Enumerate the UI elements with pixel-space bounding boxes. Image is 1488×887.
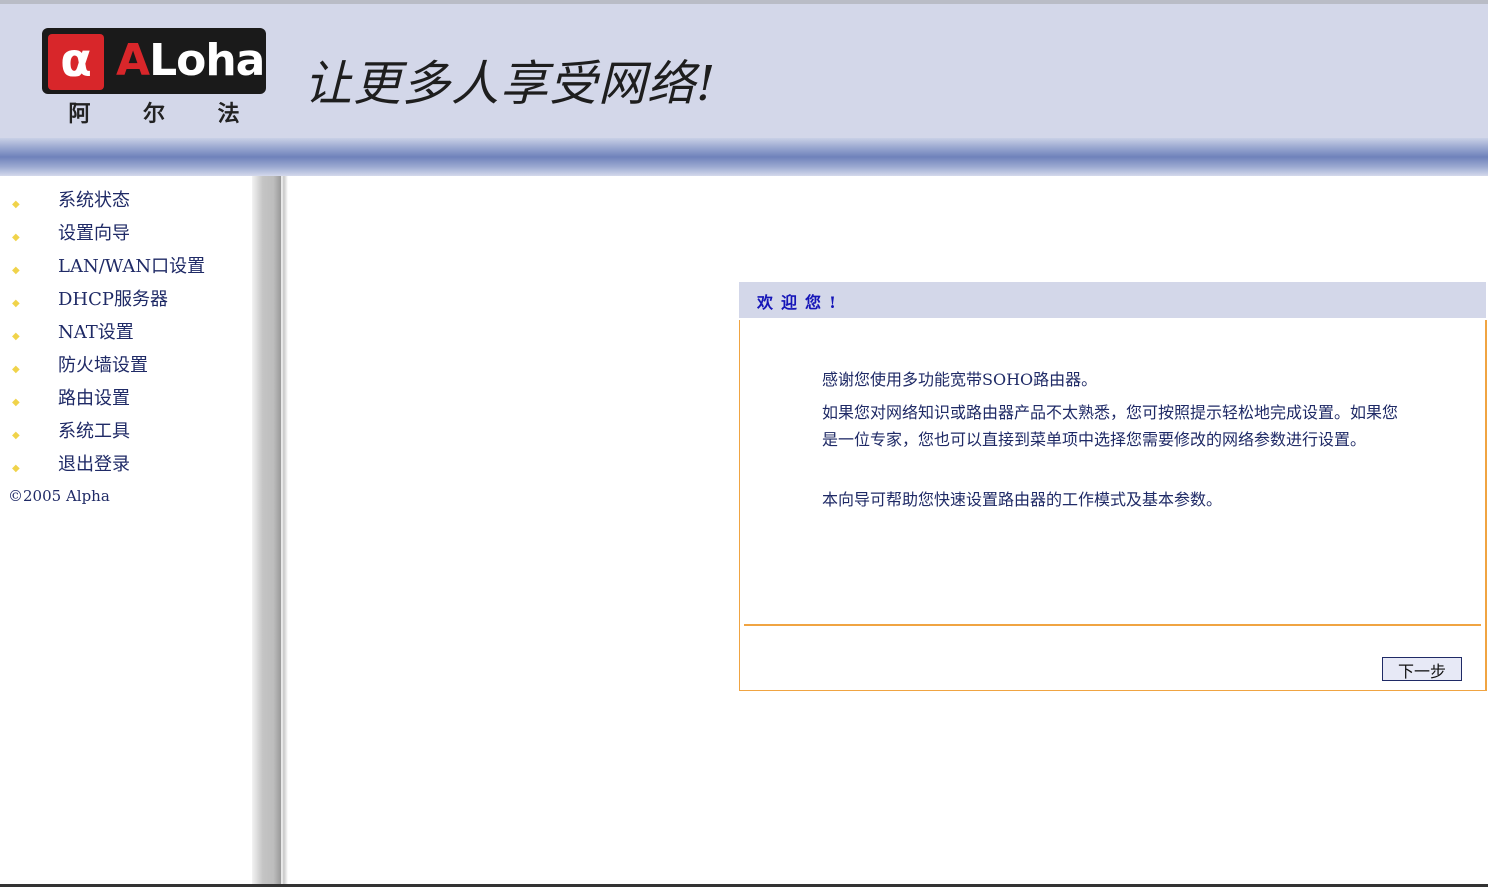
- logo-alpha-icon: α: [48, 34, 104, 90]
- diamond-bullet-icon: ◆: [12, 463, 20, 474]
- welcome-paragraph-guide: 如果您对网络知识或路由器产品不太熟悉，您可按照提示轻松地完成设置。如果您是一位专…: [822, 403, 1399, 449]
- sidebar: ◆ 系统状态 ◆ 设置向导 ◆ LAN/WAN口设置 ◆ DHCP服务器 ◆ NAT设置 …: [0, 176, 252, 887]
- copyright: ©2005 Alpha: [8, 487, 110, 505]
- sidebar-item-label[interactable]: NAT设置: [58, 320, 134, 346]
- welcome-panel-body: 感谢您使用多功能宽带SOHO路由器。 如果您对网络知识或路由器产品不太熟悉，您可…: [739, 320, 1487, 691]
- slogan: 让更多人享受网络!: [304, 56, 717, 112]
- logo-sub-char: 尔: [142, 102, 165, 127]
- brand-logo: α ALoha: [42, 28, 266, 94]
- sidebar-item-label[interactable]: 设置向导: [58, 221, 130, 247]
- diamond-bullet-icon: ◆: [12, 298, 20, 309]
- logo-sub-char: 法: [217, 102, 240, 127]
- welcome-paragraph-thanks: 感谢您使用多功能宽带SOHO路由器。: [822, 370, 1098, 389]
- logo-sub-char: 阿: [68, 102, 91, 127]
- sidebar-item-label[interactable]: LAN/WAN口设置: [58, 254, 205, 280]
- diamond-bullet-icon: ◆: [12, 430, 20, 441]
- header-banner: α ALoha 阿 尔 法 让更多人享受网络!: [0, 4, 1488, 138]
- logo-word-initial: A: [116, 35, 150, 86]
- welcome-paragraph-wizard: 本向导可帮助您快速设置路由器的工作模式及基本参数。: [822, 490, 1223, 509]
- diamond-bullet-icon: ◆: [12, 397, 20, 408]
- sidebar-divider: [252, 176, 288, 887]
- sidebar-item-label[interactable]: 系统工具: [58, 419, 130, 445]
- diamond-bullet-icon: ◆: [12, 265, 20, 276]
- header-gradient-band: [0, 138, 1488, 176]
- sidebar-item-label[interactable]: 路由设置: [58, 386, 130, 412]
- sidebar-item-label[interactable]: 防火墙设置: [58, 353, 148, 379]
- sidebar-item-label[interactable]: DHCP服务器: [58, 287, 168, 313]
- logo-word-rest: Loha: [149, 35, 265, 86]
- welcome-title: 欢迎您!: [757, 293, 845, 312]
- diamond-bullet-icon: ◆: [12, 232, 20, 243]
- welcome-panel: 欢迎您! 感谢您使用多功能宽带SOHO路由器。 如果您对网络知识或路由器产品不太…: [739, 282, 1487, 692]
- next-step-button[interactable]: 下一步: [1382, 657, 1462, 681]
- welcome-text: 感谢您使用多功能宽带SOHO路由器。 如果您对网络知识或路由器产品不太熟悉，您可…: [822, 366, 1412, 519]
- logo-chinese-name: 阿 尔 法: [42, 96, 266, 128]
- diamond-bullet-icon: ◆: [12, 199, 20, 210]
- diamond-bullet-icon: ◆: [12, 331, 20, 342]
- welcome-panel-header: 欢迎您!: [739, 282, 1486, 318]
- panel-divider: [744, 624, 1481, 626]
- sidebar-item-label[interactable]: 退出登录: [58, 452, 130, 478]
- sidebar-item-label[interactable]: 系统状态: [58, 188, 130, 214]
- diamond-bullet-icon: ◆: [12, 364, 20, 375]
- logo-wordmark: ALoha: [116, 34, 265, 90]
